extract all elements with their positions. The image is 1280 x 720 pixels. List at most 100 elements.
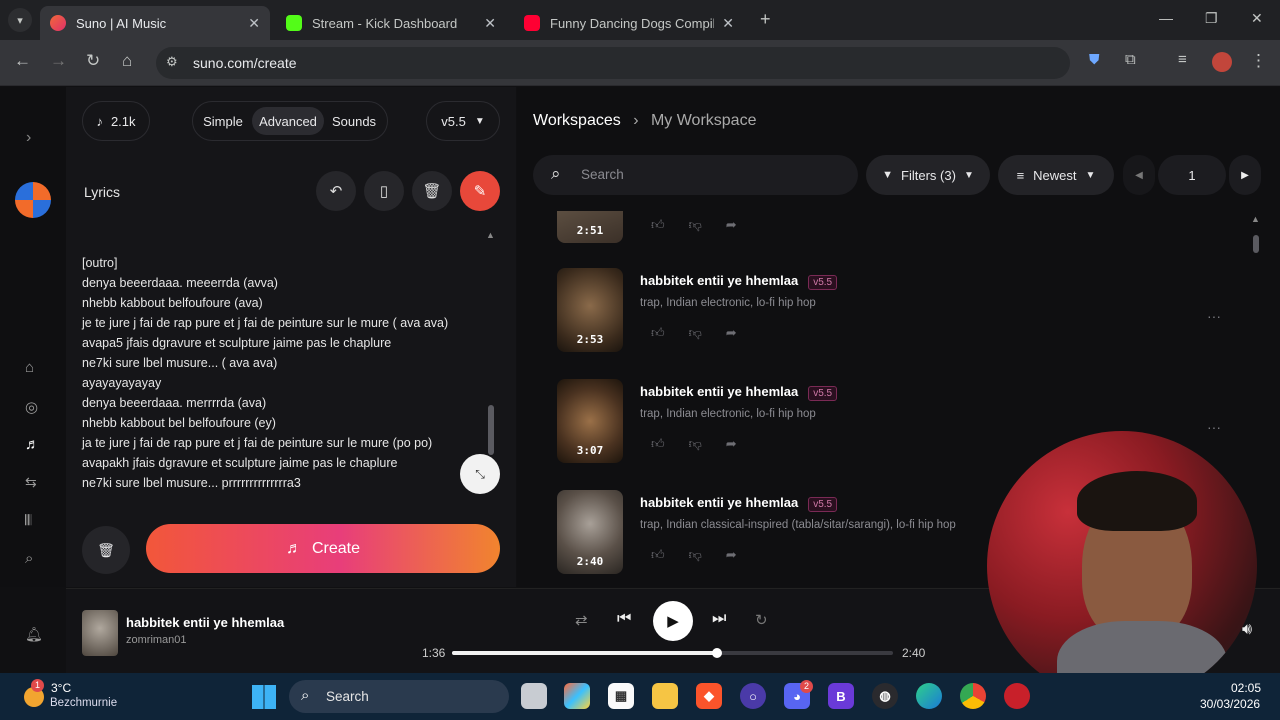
song-title[interactable]: habbitek entii ye hhemlaa bbox=[640, 495, 798, 510]
mode-simple[interactable]: Simple bbox=[198, 107, 248, 135]
share-icon[interactable]: ➦ bbox=[726, 436, 737, 451]
previous-track-icon[interactable]: ⏮︎ bbox=[617, 610, 631, 628]
more-options-icon[interactable]: ··· bbox=[1207, 419, 1221, 435]
search-input[interactable]: ⌕ Search bbox=[533, 155, 858, 195]
lyrics-line[interactable]: ne7ki sure lbel musure... ( ava ava) bbox=[82, 356, 277, 370]
red-app-icon[interactable] bbox=[1004, 683, 1030, 709]
save-lyrics-button[interactable]: ▯ bbox=[364, 171, 404, 211]
dislike-icon[interactable]: 👎︎ bbox=[689, 325, 702, 340]
reload-icon[interactable]: ↻ bbox=[86, 51, 100, 71]
search-nav-icon[interactable]: ⌕ bbox=[25, 550, 33, 567]
profile-avatar[interactable] bbox=[1212, 52, 1232, 72]
create-button[interactable]: ♬ Create bbox=[146, 524, 500, 573]
media-controls-icon[interactable]: ≡ bbox=[1178, 51, 1187, 68]
collapse-lyrics-button[interactable]: ⤡ bbox=[460, 454, 500, 494]
tab-suno[interactable]: Suno | AI Music ✕ bbox=[40, 6, 270, 40]
home-icon[interactable]: ⌂ bbox=[122, 51, 132, 71]
lyrics-line[interactable]: [outro] bbox=[82, 256, 117, 270]
sort-dropdown[interactable]: ≡ Newest ▼ bbox=[998, 155, 1114, 195]
new-tab-button[interactable]: + bbox=[760, 9, 771, 30]
undo-button[interactable]: ↶ bbox=[316, 171, 356, 211]
tab-youtube[interactable]: Funny Dancing Dogs Compilati ✕ bbox=[514, 6, 744, 40]
clear-lyrics-button[interactable]: 🗑︎ bbox=[412, 171, 452, 211]
beeper-icon[interactable]: B bbox=[828, 683, 854, 709]
volume-icon[interactable]: 🔊︎ bbox=[1242, 621, 1252, 639]
song-title[interactable]: habbitek entii ye hhemlaa bbox=[640, 384, 798, 399]
like-icon[interactable]: 👍︎ bbox=[651, 325, 665, 340]
lyrics-line[interactable]: nhebb kabbout bel belfoufoure (ey) bbox=[82, 416, 276, 430]
edge-icon[interactable] bbox=[916, 683, 942, 709]
lyrics-line[interactable]: ne7ki sure lbel musure... prrrrrrrrrrrrr… bbox=[82, 476, 301, 490]
app-circle-icon[interactable]: ○ bbox=[740, 683, 766, 709]
back-icon[interactable]: ← bbox=[14, 51, 31, 71]
close-tab-icon[interactable]: ✕ bbox=[722, 15, 734, 32]
generate-lyrics-button[interactable]: ✎ bbox=[460, 171, 500, 211]
chrome-icon[interactable] bbox=[960, 683, 986, 709]
store-icon[interactable]: ▦ bbox=[608, 683, 634, 709]
notifications-nav-icon[interactable]: 🔔︎ bbox=[25, 626, 43, 643]
breadcrumb-workspaces[interactable]: Workspaces bbox=[533, 112, 621, 129]
suno-logo[interactable] bbox=[15, 182, 51, 218]
like-icon[interactable]: 👍︎ bbox=[651, 217, 665, 232]
close-tab-icon[interactable]: ✕ bbox=[248, 15, 260, 32]
next-track-icon[interactable]: ⏭︎ bbox=[712, 610, 726, 628]
like-icon[interactable]: 👍︎ bbox=[651, 547, 665, 562]
prev-page-button[interactable]: ◀ bbox=[1123, 155, 1155, 195]
brave-icon[interactable]: ◆ bbox=[696, 683, 722, 709]
restore-icon[interactable]: ❐ bbox=[1205, 10, 1218, 27]
progress-track[interactable] bbox=[452, 648, 893, 658]
file-explorer-icon[interactable] bbox=[652, 683, 678, 709]
lyrics-line[interactable]: ayayayayayay bbox=[82, 376, 161, 390]
share-icon[interactable]: ➦ bbox=[726, 547, 737, 562]
mode-advanced[interactable]: Advanced bbox=[252, 107, 324, 135]
now-playing-cover[interactable] bbox=[82, 610, 118, 656]
song-title[interactable]: habbitek entii ye hhemlaa bbox=[640, 273, 798, 288]
home-nav-icon[interactable]: ⌂ bbox=[25, 359, 34, 376]
lyrics-scrollbar-thumb[interactable] bbox=[488, 405, 494, 455]
dislike-icon[interactable]: 👎︎ bbox=[689, 217, 702, 232]
expand-sidebar-icon[interactable]: › bbox=[26, 129, 31, 147]
tab-kick[interactable]: Stream - Kick Dashboard ✕ bbox=[276, 6, 506, 40]
shuffle-icon[interactable]: ⇄ bbox=[575, 611, 588, 629]
lyrics-line[interactable]: nhebb kabbout belfoufoure (ava) bbox=[82, 296, 263, 310]
now-playing-artist[interactable]: zomriman01 bbox=[126, 634, 187, 646]
explore-nav-icon[interactable]: ◎ bbox=[25, 398, 38, 416]
repeat-icon[interactable]: ↻ bbox=[755, 611, 768, 629]
now-playing-title[interactable]: habbitek entii ye hhemlaa bbox=[126, 615, 284, 630]
song-row-partial[interactable]: 2:51 👍︎ 👎︎ ➦ bbox=[557, 211, 1257, 243]
forward-icon[interactable]: → bbox=[50, 51, 67, 71]
next-page-button[interactable]: ▶ bbox=[1229, 155, 1261, 195]
studio-nav-icon[interactable]: ⇆ bbox=[25, 474, 37, 491]
filters-button[interactable]: ▼ Filters (3) ▼ bbox=[866, 155, 990, 195]
share-icon[interactable]: ➦ bbox=[726, 217, 737, 232]
song-row[interactable]: 2:53 habbitek entii ye hhemlaa v5.5 trap,… bbox=[557, 268, 1257, 358]
library-nav-icon[interactable]: 𝄃𝄃 bbox=[25, 512, 31, 529]
weather-widget[interactable]: 1 3°C Bezchmurnie bbox=[18, 679, 128, 713]
clock-date[interactable]: 30/03/2026 bbox=[1200, 697, 1260, 711]
extension-shield-icon[interactable]: ⛊ bbox=[1089, 51, 1100, 68]
mode-sounds[interactable]: Sounds bbox=[327, 107, 381, 135]
address-bar[interactable]: ⚙ suno.com/create bbox=[156, 47, 1070, 79]
browser-menu-icon[interactable]: ⋮ bbox=[1250, 51, 1267, 71]
widgets-icon[interactable] bbox=[564, 683, 590, 709]
dislike-icon[interactable]: 👎︎ bbox=[689, 436, 702, 451]
minimize-icon[interactable]: — bbox=[1159, 10, 1173, 26]
more-options-icon[interactable]: ··· bbox=[1207, 308, 1221, 324]
play-button[interactable]: ▶ bbox=[653, 601, 693, 641]
lyrics-line[interactable]: je te jure j fai de rap pure et j fai de… bbox=[82, 316, 448, 330]
model-selector[interactable]: v5.5 ▼ bbox=[426, 101, 500, 141]
windows-start-icon[interactable] bbox=[252, 685, 276, 709]
share-icon[interactable]: ➦ bbox=[726, 325, 737, 340]
scroll-up-icon[interactable]: ▲ bbox=[486, 230, 495, 240]
site-info-icon[interactable]: ⚙ bbox=[166, 54, 178, 70]
task-view-icon[interactable] bbox=[521, 683, 547, 709]
page-number[interactable]: 1 bbox=[1158, 155, 1226, 195]
clock-time[interactable]: 02:05 bbox=[1231, 681, 1261, 695]
tab-search-button[interactable]: ▾ bbox=[8, 8, 32, 32]
lyrics-line[interactable]: avapa5 jfais dgravure et sculpture jaime… bbox=[82, 336, 391, 350]
lyrics-line[interactable]: denya beeerdaaa. merrrrda (ava) bbox=[82, 396, 266, 410]
clear-form-button[interactable]: 🗑︎ bbox=[82, 526, 130, 574]
lyrics-line[interactable]: denya beeerdaaa. meeerrda (avva) bbox=[82, 276, 278, 290]
dislike-icon[interactable]: 👎︎ bbox=[689, 547, 702, 562]
lyrics-line[interactable]: ja te jure j fai de rap pure et j fai de… bbox=[82, 436, 432, 450]
